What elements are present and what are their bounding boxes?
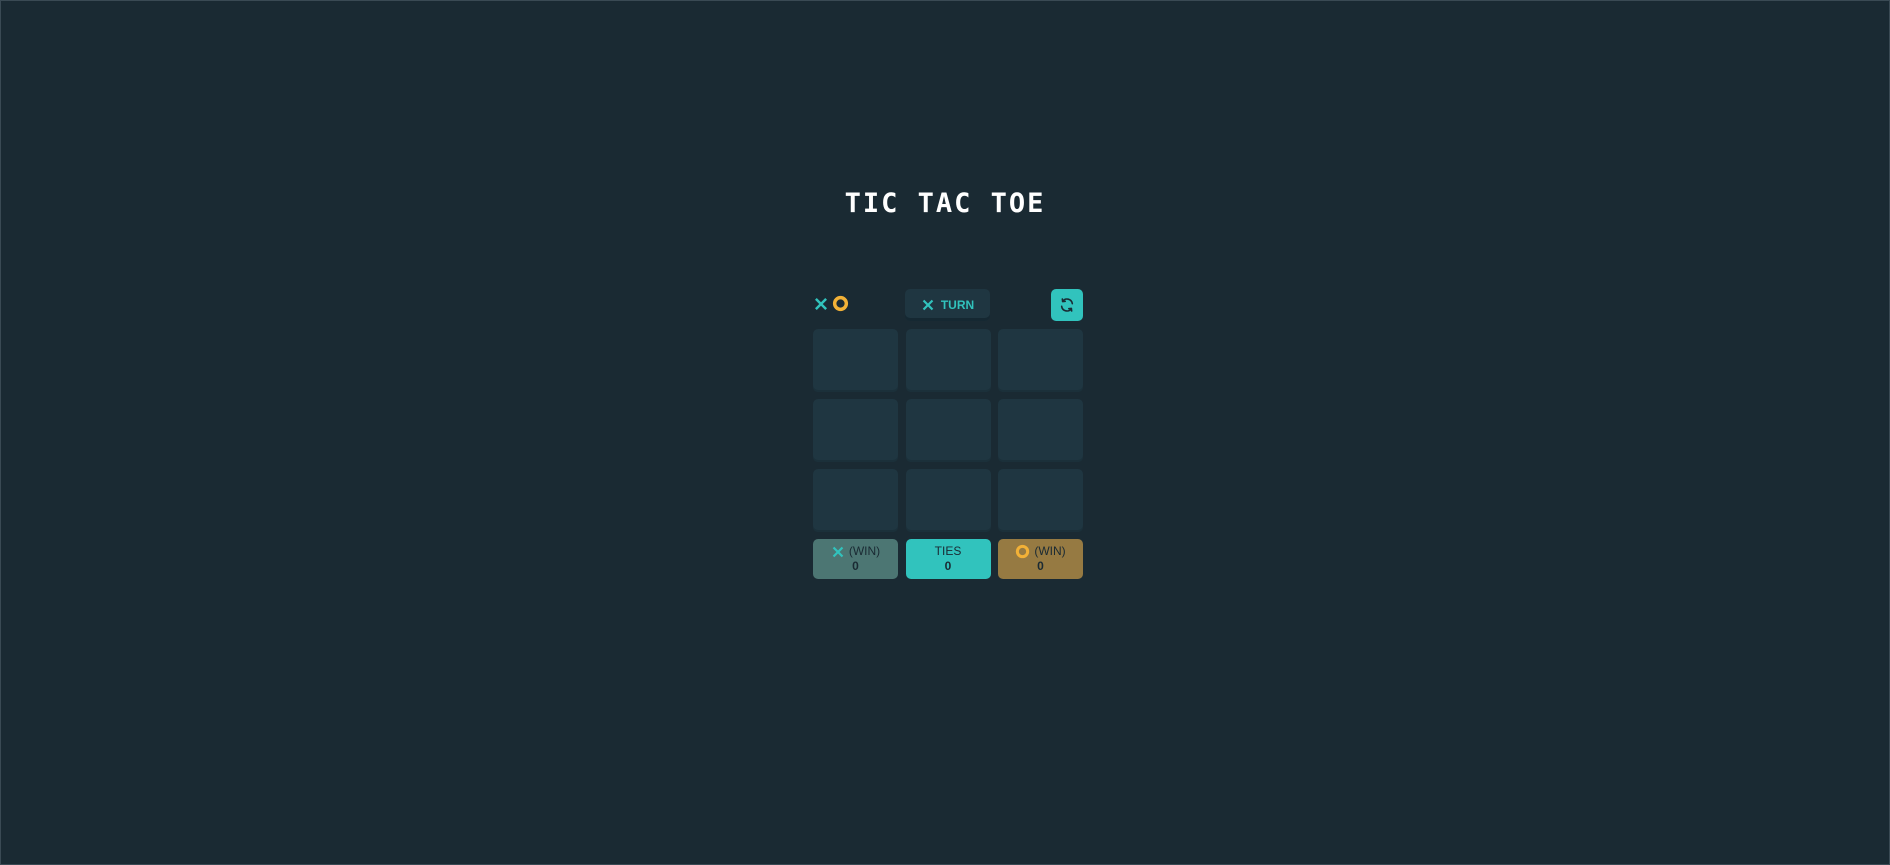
score-ties-value: 0 — [944, 559, 952, 573]
board-cell[interactable] — [998, 329, 1083, 392]
score-ties: TIES 0 — [905, 539, 991, 579]
refresh-icon — [1059, 297, 1075, 313]
turn-indicator: TURN — [905, 289, 990, 321]
score-o-header: (WIN) — [1015, 544, 1066, 559]
x-icon — [813, 296, 829, 312]
o-icon — [832, 295, 849, 312]
score-ties-header: TIES — [935, 544, 962, 559]
score-o-wins: (WIN) 0 — [998, 539, 1083, 579]
board-cell[interactable] — [998, 399, 1083, 462]
x-icon — [831, 545, 845, 559]
board-cell[interactable] — [905, 469, 991, 532]
x-icon — [921, 298, 935, 312]
score-o-value: 0 — [1037, 559, 1044, 573]
board-cell[interactable] — [998, 469, 1083, 532]
board-cell[interactable] — [905, 399, 991, 462]
game-topbar: TURN — [813, 289, 1083, 321]
score-o-label: (WIN) — [1034, 544, 1066, 558]
o-icon — [1015, 544, 1030, 559]
board-cell[interactable] — [813, 329, 898, 392]
score-x-wins: (WIN) 0 — [813, 539, 898, 579]
board-cell[interactable] — [813, 399, 898, 462]
game-container: TURN (WIN) 0 TIES 0 (WIN) 0 — [813, 289, 1083, 579]
board-cell[interactable] — [905, 329, 991, 392]
logo — [813, 295, 849, 312]
turn-label: TURN — [940, 298, 975, 312]
scoreboard: (WIN) 0 TIES 0 (WIN) 0 — [813, 539, 1083, 579]
restart-button[interactable] — [1051, 289, 1083, 321]
board-cell[interactable] — [813, 469, 898, 532]
score-x-value: 0 — [852, 559, 859, 573]
game-board — [813, 329, 1083, 532]
score-x-header: (WIN) — [831, 544, 880, 559]
score-x-label: (WIN) — [848, 544, 881, 558]
page-title: TIC TAC TOE — [844, 188, 1046, 219]
score-ties-label: TIES — [934, 544, 962, 558]
